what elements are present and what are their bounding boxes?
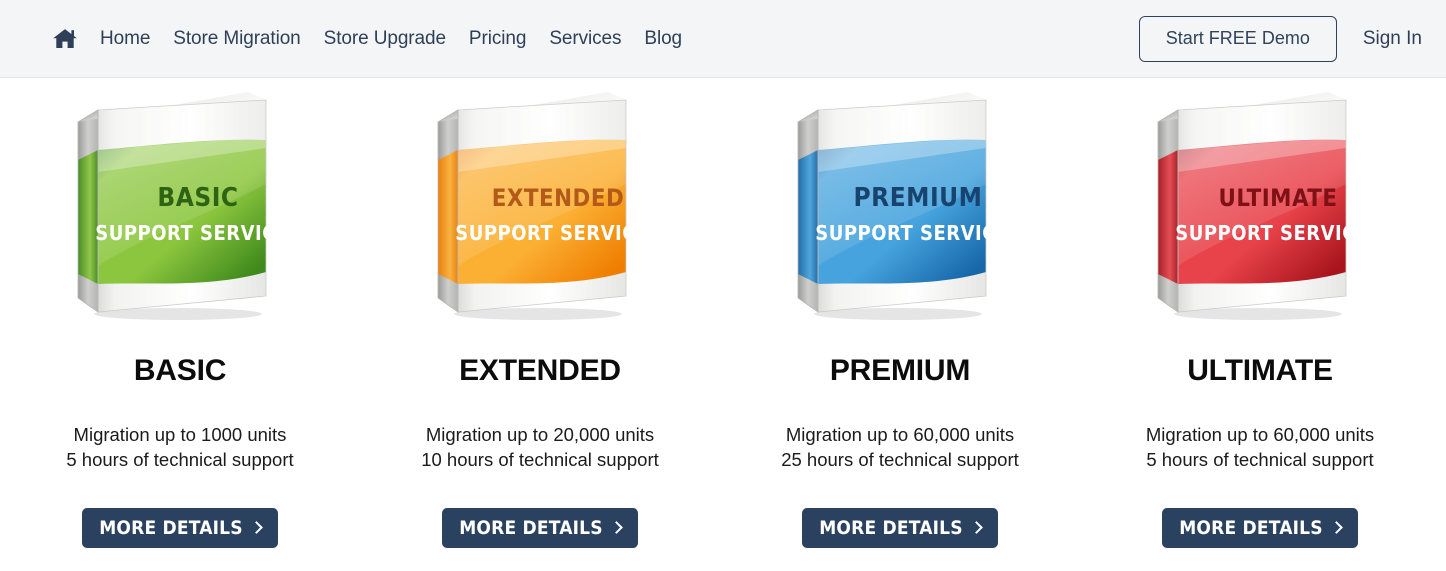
plan-card: EXTENDED SUPPORT SERVICE EXTENDED Migrat… — [360, 84, 720, 548]
chevron-right-icon — [609, 521, 623, 534]
product-box-image: ULTIMATE SUPPORT SERVICE — [1150, 88, 1370, 320]
plan-desc-line-1: Migration up to 60,000 units — [785, 424, 1015, 445]
more-details-label: MORE DETAILS — [1179, 517, 1323, 539]
site-header: Home Store Migration Store Upgrade Prici… — [0, 0, 1446, 78]
nav-item-home[interactable]: Home — [100, 28, 173, 50]
more-details-button[interactable]: MORE DETAILS — [442, 508, 638, 548]
primary-navigation: Home Store Migration Store Upgrade Prici… — [52, 26, 705, 52]
more-details-label: MORE DETAILS — [459, 517, 603, 539]
plan-desc-line-1: Migration up to 20,000 units — [425, 424, 655, 445]
plan-description: Migration up to 60,000 units 5 hours of … — [1146, 422, 1374, 472]
plan-title: BASIC — [133, 354, 227, 387]
home-link[interactable] — [52, 26, 100, 52]
chevron-right-icon — [249, 521, 263, 534]
more-details-label: MORE DETAILS — [99, 517, 243, 539]
product-box-image: EXTENDED SUPPORT SERVICE — [430, 88, 650, 320]
header-actions: Start FREE Demo Sign In — [1138, 0, 1422, 78]
box-title: EXTENDED — [492, 184, 624, 212]
sign-in-link[interactable]: Sign In — [1363, 28, 1422, 50]
start-free-demo-button[interactable]: Start FREE Demo — [1138, 16, 1337, 62]
more-details-button[interactable]: MORE DETAILS — [82, 508, 278, 548]
box-title: PREMIUM — [854, 183, 983, 213]
plan-desc-line-2: 10 hours of technical support — [421, 449, 659, 470]
plan-description: Migration up to 20,000 units 10 hours of… — [421, 422, 659, 472]
plan-desc-line-1: Migration up to 60,000 units — [1145, 424, 1375, 445]
plan-card: PREMIUM SUPPORT SERVICE PREMIUM Migratio… — [720, 84, 1080, 548]
box-subtitle: SUPPORT SERVICE — [1175, 221, 1368, 245]
plan-desc-line-1: Migration up to 1000 units — [73, 424, 287, 445]
plan-title: ULTIMATE — [1187, 354, 1333, 387]
nav-item-blog[interactable]: Blog — [644, 28, 705, 50]
plan-description: Migration up to 60,000 units 25 hours of… — [781, 422, 1019, 472]
box-subtitle: SUPPORT SERVICE — [95, 221, 288, 245]
product-box-svg: ULTIMATE SUPPORT SERVICE — [1157, 92, 1368, 320]
plan-title: PREMIUM — [829, 354, 971, 387]
plan-card: BASIC SUPPORT SERVICE BASIC Migration up… — [0, 84, 360, 548]
product-box-image: PREMIUM SUPPORT SERVICE — [790, 88, 1010, 320]
plan-desc-line-2: 5 hours of technical support — [66, 449, 294, 470]
home-icon — [53, 28, 77, 48]
plan-title: EXTENDED — [459, 354, 621, 387]
box-title: ULTIMATE — [1219, 184, 1338, 212]
nav-item-pricing[interactable]: Pricing — [469, 28, 549, 50]
more-details-label: MORE DETAILS — [819, 517, 963, 539]
product-box-svg: PREMIUM SUPPORT SERVICE — [797, 92, 1008, 320]
box-subtitle: SUPPORT SERVICE — [815, 221, 1008, 245]
product-box-svg: EXTENDED SUPPORT SERVICE — [437, 92, 648, 320]
plan-card: ULTIMATE SUPPORT SERVICE ULTIMATE Migrat… — [1080, 84, 1440, 548]
more-details-button[interactable]: MORE DETAILS — [1162, 508, 1358, 548]
plan-description: Migration up to 1000 units 5 hours of te… — [66, 422, 293, 472]
nav-item-store-upgrade[interactable]: Store Upgrade — [324, 28, 469, 50]
plan-desc-line-2: 25 hours of technical support — [781, 449, 1019, 470]
plan-desc-line-2: 5 hours of technical support — [1146, 449, 1374, 470]
box-subtitle: SUPPORT SERVICE — [455, 221, 648, 245]
chevron-right-icon — [969, 521, 983, 534]
nav-item-store-migration[interactable]: Store Migration — [173, 28, 323, 50]
box-title: BASIC — [157, 183, 238, 213]
chevron-right-icon — [1329, 521, 1343, 534]
more-details-button[interactable]: MORE DETAILS — [802, 508, 998, 548]
pricing-plans-row: BASIC SUPPORT SERVICE BASIC Migration up… — [0, 78, 1446, 548]
product-box-image: BASIC SUPPORT SERVICE — [70, 88, 290, 320]
product-box-svg: BASIC SUPPORT SERVICE — [77, 92, 288, 320]
nav-item-services[interactable]: Services — [549, 28, 644, 50]
